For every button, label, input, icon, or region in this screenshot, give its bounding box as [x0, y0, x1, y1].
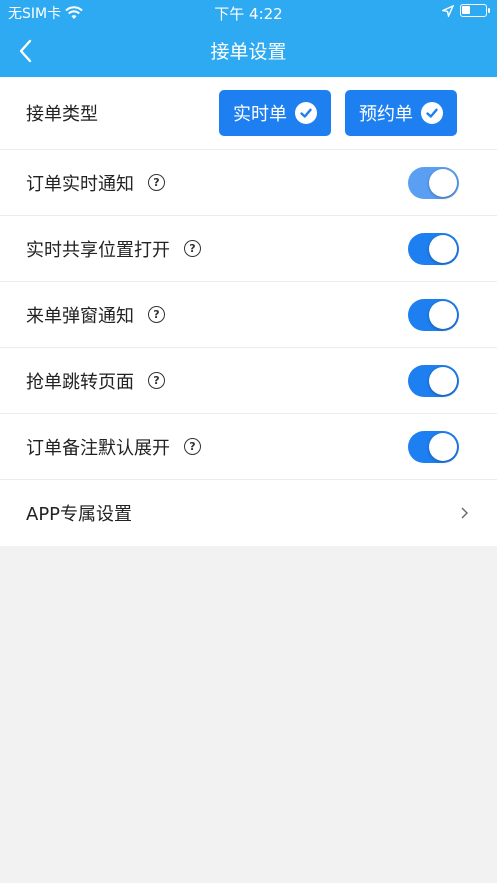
help-icon[interactable]: ?	[184, 438, 201, 455]
share-location-toggle[interactable]	[408, 233, 459, 265]
order-type-buttons: 实时单 预约单	[219, 90, 457, 136]
setting-label: 来单弹窗通知	[26, 305, 134, 327]
status-bar: 无SIM卡 下午 4:22	[0, 0, 497, 26]
status-right	[442, 4, 490, 17]
reservation-order-label: 预约单	[359, 104, 413, 125]
app-settings-row[interactable]: APP专属设置	[0, 480, 497, 546]
order-type-label: 接单类型	[26, 104, 98, 125]
help-icon[interactable]: ?	[148, 372, 165, 389]
check-icon	[295, 102, 317, 124]
setting-label: 订单实时通知	[26, 173, 134, 195]
battery-icon	[460, 4, 490, 17]
help-icon[interactable]: ?	[184, 240, 201, 257]
grab-jump-toggle[interactable]	[408, 365, 459, 397]
help-icon[interactable]: ?	[148, 306, 165, 323]
order-type-row: 接单类型 实时单 预约单	[0, 77, 497, 150]
order-notify-toggle[interactable]	[408, 167, 459, 199]
setting-row-grab-jump: 抢单跳转页面 ?	[0, 348, 497, 414]
setting-row-share-location: 实时共享位置打开 ?	[0, 216, 497, 282]
check-icon	[421, 102, 443, 124]
chevron-right-icon	[461, 507, 468, 519]
top-bar: 无SIM卡 下午 4:22 接单设置	[0, 0, 497, 77]
setting-row-remark-expand: 订单备注默认展开 ?	[0, 414, 497, 480]
app-settings-label: APP专属设置	[26, 504, 133, 525]
popup-notify-toggle[interactable]	[408, 299, 459, 331]
page-title: 接单设置	[210, 41, 287, 63]
setting-row-order-notify: 订单实时通知 ?	[0, 150, 497, 216]
realtime-order-button[interactable]: 实时单	[219, 90, 331, 136]
reservation-order-button[interactable]: 预约单	[345, 90, 457, 136]
setting-label: 抢单跳转页面	[26, 371, 134, 393]
location-arrow-icon	[442, 4, 454, 17]
settings-list: 接单类型 实时单 预约单 订单实时通知 ? 实时共享位置打开 ? 来单弹窗通知 …	[0, 77, 497, 546]
help-icon[interactable]: ?	[148, 174, 165, 191]
status-time: 下午 4:22	[214, 5, 283, 23]
setting-row-popup-notify: 来单弹窗通知 ?	[0, 282, 497, 348]
setting-label: 订单备注默认展开	[26, 437, 170, 459]
nav-bar: 接单设置	[0, 26, 497, 77]
realtime-order-label: 实时单	[233, 104, 287, 125]
setting-label: 实时共享位置打开	[26, 239, 170, 261]
remark-expand-toggle[interactable]	[408, 431, 459, 463]
